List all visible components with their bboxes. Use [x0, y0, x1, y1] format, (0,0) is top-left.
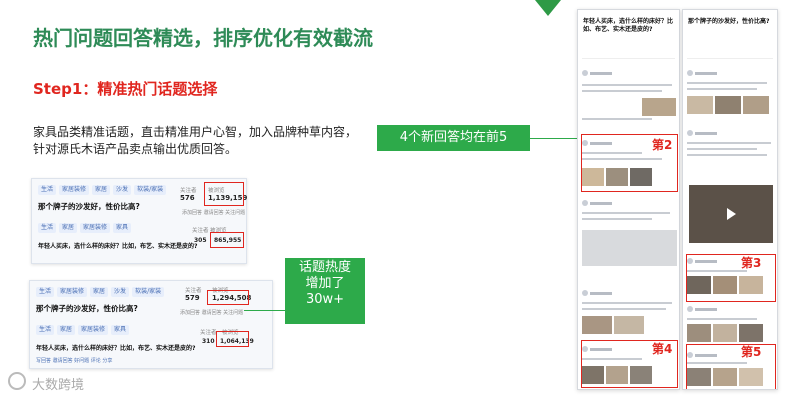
followers-count: 310 — [202, 338, 215, 345]
followers-label: 关注者 — [180, 188, 197, 194]
question-title[interactable]: 那个牌子的沙发好，性价比高? — [38, 201, 140, 212]
answer-post[interactable] — [687, 306, 773, 342]
watermark-text: 大数跨境 — [32, 378, 85, 393]
tag[interactable]: 家居 — [92, 185, 111, 195]
answer-post[interactable] — [582, 290, 675, 340]
tag[interactable]: 家具 — [111, 325, 130, 335]
tag[interactable]: 生活 — [36, 287, 55, 297]
watermark-logo-icon — [8, 372, 26, 390]
answer-post[interactable] — [582, 200, 677, 280]
followers-count: 579 — [185, 294, 200, 302]
heat-line: 增加了 — [305, 276, 345, 291]
divider — [687, 58, 773, 59]
tag-row: 生活 家居 家居装修 家具 — [36, 325, 130, 335]
decor-triangle — [535, 0, 561, 16]
avatar — [687, 306, 693, 312]
tag[interactable]: 家居装修 — [80, 223, 111, 233]
avatar — [582, 140, 588, 146]
tag-row: 生活 家居装修 家居 沙发 软装/家装 — [38, 185, 167, 195]
arrow-line — [244, 310, 285, 311]
avatar — [687, 258, 693, 264]
tag-row: 生活 家居 家居装修 家具 — [38, 223, 132, 233]
answer-post[interactable] — [687, 352, 773, 388]
tag[interactable]: 家居 — [57, 325, 76, 335]
heat-line: 话题热度 — [298, 260, 351, 275]
step-heading: Step1：精准热门话题选择 — [33, 80, 218, 98]
question-card-after: 生活 家居装修 家居 沙发 软装/家装 那个牌子的沙发好，性价比高? 关注者 5… — [29, 280, 273, 369]
followers-label: 关注者 — [185, 288, 202, 294]
followers-count: 305 — [194, 237, 207, 244]
tag[interactable]: 家具 — [113, 223, 132, 233]
tag[interactable]: 家居装修 — [78, 325, 109, 335]
slide-title: 热门问题回答精选，排序优化有效截流 — [33, 26, 373, 50]
top5-callout: 4个新回答均在前5 — [377, 125, 530, 151]
arrow-line — [530, 138, 578, 139]
phone-screenshot-bed: 年轻人买床，选什么样的床好？比如、布艺、实木还是皮的? 第2 第4 — [577, 9, 680, 390]
tag[interactable]: 软装/家装 — [132, 287, 165, 297]
play-icon[interactable] — [727, 208, 736, 220]
tag[interactable]: 沙发 — [111, 287, 130, 297]
followers-count: 576 — [180, 194, 195, 202]
tag-row: 生活 家居装修 家居 沙发 软装/家装 — [36, 287, 165, 297]
divider — [582, 58, 675, 59]
tag[interactable]: 沙发 — [113, 185, 132, 195]
avatar — [582, 200, 588, 206]
question-actions[interactable]: 写回答 邀请回答 好问题 评论 分享 — [36, 357, 112, 364]
answer-post[interactable] — [687, 258, 773, 298]
phone-screenshot-sofa: 那个牌子的沙发好，性价比高? 第3 第5 — [682, 9, 778, 390]
highlight-box — [210, 232, 244, 248]
question-card-before: 生活 家居装修 家居 沙发 软装/家装 那个牌子的沙发好，性价比高? 关注者 5… — [31, 178, 247, 264]
question-meta: 添加回答 邀请回答 关注问题 — [182, 210, 246, 216]
tag[interactable]: 家居装修 — [59, 185, 90, 195]
answer-post[interactable] — [582, 346, 675, 386]
tag[interactable]: 家居 — [90, 287, 109, 297]
avatar — [582, 290, 588, 296]
tag[interactable]: 软装/家装 — [134, 185, 167, 195]
slide: 热门问题回答精选，排序优化有效截流 Step1：精准热门话题选择 家具品类精准话… — [0, 0, 794, 400]
tag[interactable]: 生活 — [38, 223, 57, 233]
tag[interactable]: 家居 — [59, 223, 78, 233]
description-text: 家具品类精准话题，直击精准用户心智，加入品牌种草内容，针对源氏木语产品卖点输出优… — [33, 125, 358, 156]
avatar — [582, 346, 588, 352]
answer-post[interactable] — [582, 140, 675, 190]
tag[interactable]: 生活 — [38, 185, 57, 195]
heat-line: 30w+ — [305, 292, 345, 307]
avatar — [582, 70, 588, 76]
avatar — [687, 352, 693, 358]
avatar — [687, 70, 693, 76]
tag[interactable]: 生活 — [36, 325, 55, 335]
answer-post[interactable] — [582, 70, 676, 130]
question-title[interactable]: 年轻人买床，选什么样的床好？比如，布艺、实木还是皮的? — [36, 343, 195, 352]
answer-post[interactable] — [687, 70, 773, 130]
question-title[interactable]: 那个牌子的沙发好，性价比高? — [36, 303, 138, 314]
followers-label: 关注者 — [200, 330, 217, 336]
avatar — [687, 130, 693, 136]
heat-callout: 话题热度 增加了 30w+ — [285, 258, 365, 324]
question-meta: 添加回答 邀请回答 关注问题 — [180, 310, 244, 316]
followers-label: 关注者 — [192, 228, 209, 234]
highlight-box — [204, 182, 244, 206]
highlight-box — [207, 290, 249, 305]
phone-question-title: 那个牌子的沙发好，性价比高? — [688, 18, 770, 25]
highlight-box — [216, 331, 249, 347]
tag[interactable]: 家居装修 — [57, 287, 88, 297]
question-title[interactable]: 年轻人买床，选什么样的床好？比如，布艺、实木还是皮的? — [38, 241, 197, 250]
phone-question-title: 年轻人买床，选什么样的床好？比如、布艺、实木还是皮的? — [583, 18, 674, 33]
